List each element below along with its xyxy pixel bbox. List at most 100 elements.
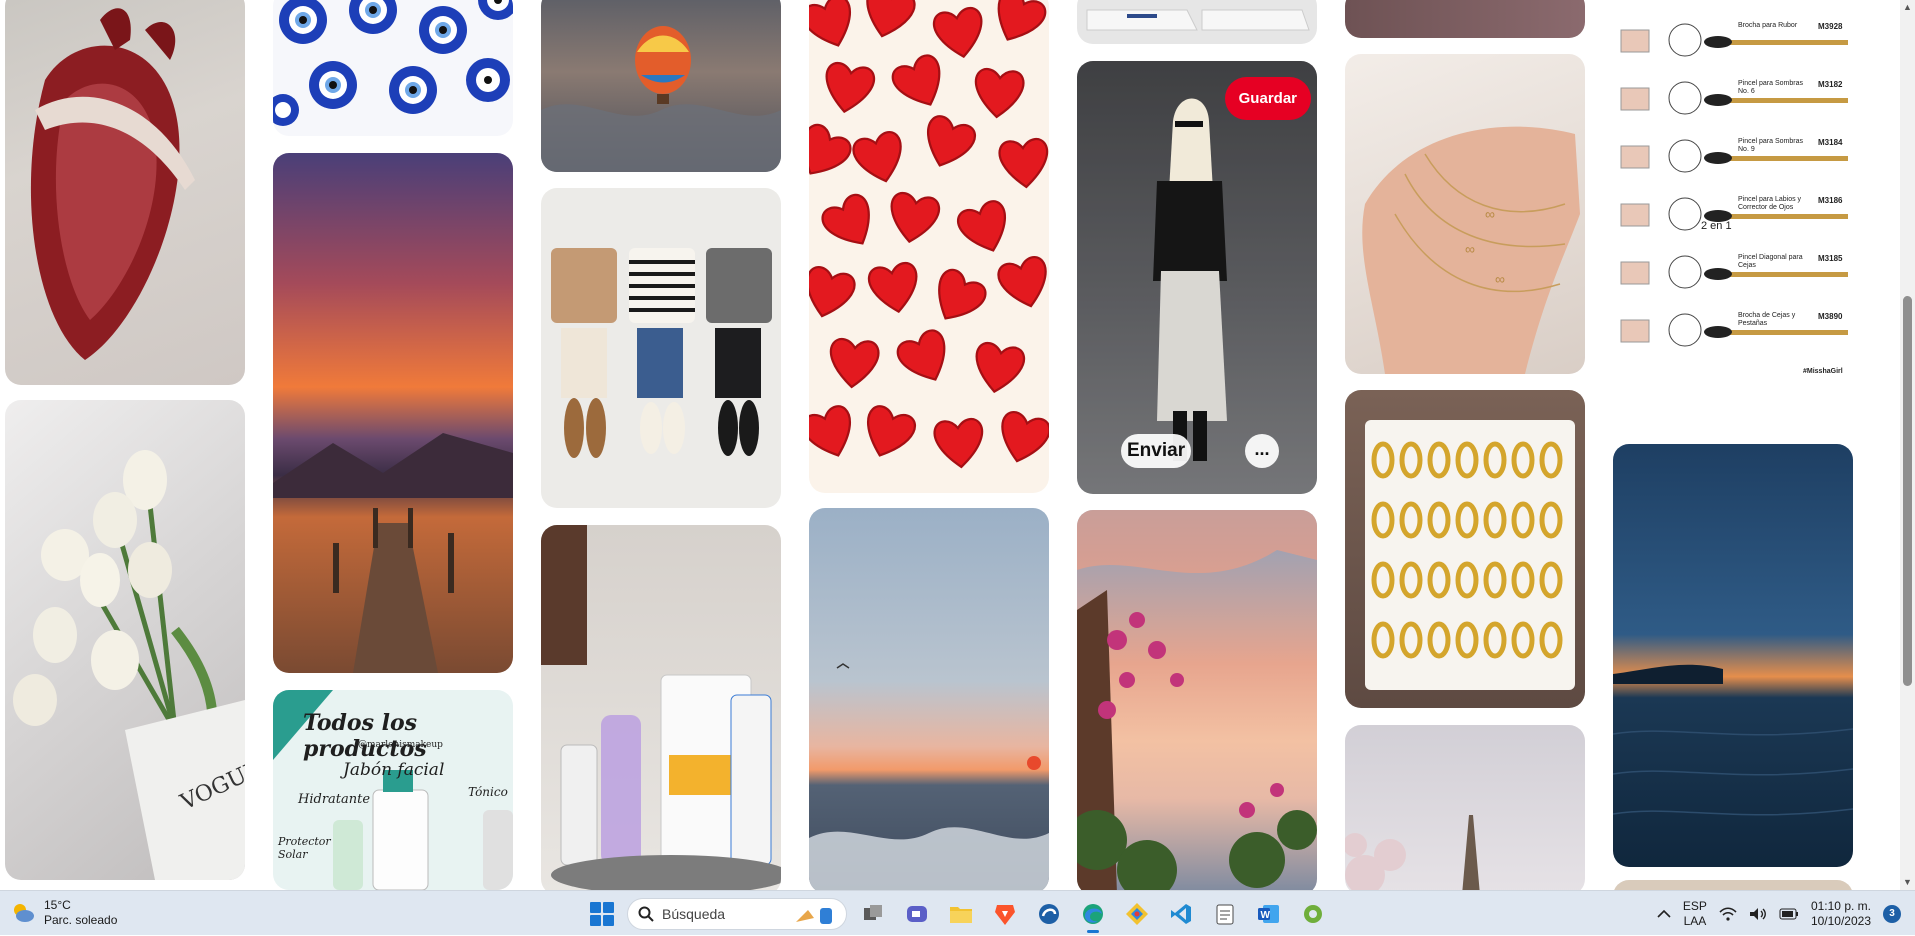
products-handle: @marlenismakeup	[358, 740, 443, 750]
heart-hand-art	[30, 8, 195, 360]
chevron-up-icon[interactable]	[1657, 909, 1671, 919]
balloon-art	[541, 26, 781, 172]
word-icon[interactable]: W	[1251, 896, 1287, 932]
windows-logo-icon	[603, 914, 614, 926]
brush-code: M3928	[1818, 22, 1843, 31]
pin-leather-jacket-outfit[interactable]: Guardar Enviar ...	[1077, 61, 1317, 494]
svg-text:W: W	[1261, 910, 1271, 921]
battery-icon[interactable]	[1779, 908, 1799, 920]
search-placeholder: Búsqueda	[662, 905, 726, 922]
sneakers-art	[1086, 9, 1310, 31]
start-button[interactable]	[585, 897, 619, 931]
wardrobe-art	[551, 248, 772, 458]
weather-description: Parc. soleado	[44, 913, 118, 927]
windows-logo-icon	[590, 901, 601, 913]
wifi-icon[interactable]	[1719, 906, 1737, 921]
taskbar-search[interactable]: Búsqueda	[627, 897, 847, 930]
file-explorer-icon[interactable]	[943, 896, 979, 932]
notepad-icon[interactable]	[1207, 896, 1243, 932]
dock-art	[273, 433, 513, 673]
brush-name: Pincel para Sombras No. 9	[1738, 138, 1803, 153]
scroll-down-arrow-icon[interactable]: ▼	[1900, 875, 1915, 890]
system-tray: ESP LAA 01:10 p. m. 10/10/2023 3	[1657, 891, 1915, 936]
brush-item: Brocha de Cejas y Pestañas M3890	[1613, 310, 1853, 360]
taskbar-apps: Búsqueda W	[585, 896, 1331, 933]
brush-code: M3184	[1818, 138, 1843, 147]
language-indicator[interactable]: ESP LAA	[1683, 899, 1707, 929]
pin-skincare-shelf[interactable]	[541, 525, 781, 890]
vscode-icon[interactable]	[1163, 896, 1199, 932]
pin-ocean-dusk[interactable]	[1613, 444, 1853, 867]
settings-gear-icon[interactable]	[1295, 896, 1331, 932]
pin-ocean-sunset[interactable]	[809, 508, 1049, 890]
products-sunscreen: Protector Solar	[278, 835, 331, 861]
pin-capsule-wardrobe[interactable]	[541, 188, 781, 508]
windows-logo-icon	[590, 914, 601, 926]
brush-item: Brocha para Rubor M3928	[1613, 20, 1853, 70]
teams-chat-icon[interactable]	[899, 896, 935, 932]
pin-gold-earrings[interactable]	[1345, 390, 1585, 708]
products-title: Todos los productos	[303, 710, 427, 762]
ocean-art	[809, 663, 1049, 890]
brush-name: Brocha para Rubor	[1738, 22, 1798, 29]
weather-widget[interactable]: 15°C Parc. soleado	[10, 898, 117, 928]
pin-sunset-dock[interactable]	[273, 153, 513, 673]
page-scrollbar[interactable]: ▲ ▼	[1900, 0, 1915, 890]
edge-browser-icon[interactable]	[1075, 896, 1111, 933]
pin-evil-eye-pattern[interactable]	[273, 0, 513, 136]
shelf-art	[541, 525, 781, 890]
pin-sneakers[interactable]	[1077, 0, 1317, 44]
pin-bottom-partial[interactable]	[1613, 880, 1853, 890]
volume-icon[interactable]	[1749, 907, 1767, 921]
scroll-thumb[interactable]	[1903, 296, 1912, 686]
pin-eiffel-tower[interactable]	[1345, 725, 1585, 890]
pin-anatomical-heart[interactable]	[5, 0, 245, 385]
outfit-art	[1077, 61, 1317, 494]
search-icon	[638, 906, 654, 922]
windows-logo-icon	[603, 901, 614, 913]
bougainvillea-art	[1077, 510, 1317, 890]
brush-code: M3890	[1818, 312, 1843, 321]
browser-blue-icon[interactable]	[1031, 896, 1067, 932]
pin-hot-air-balloon[interactable]	[541, 0, 781, 172]
search-highlight-icon	[796, 907, 832, 924]
brush-name: Pincel para Sombras No. 6	[1738, 80, 1803, 95]
notification-badge[interactable]: 3	[1883, 904, 1901, 923]
app-diamond-icon[interactable]	[1119, 896, 1155, 932]
clock[interactable]: 01:10 p. m. 10/10/2023	[1811, 899, 1871, 929]
pin-infinity-bracelets[interactable]: ∞ ∞ ∞	[1345, 54, 1585, 374]
brush-badge: 2 en 1	[1701, 220, 1732, 232]
brush-name: Brocha de Cejas y Pestañas	[1738, 312, 1796, 327]
clock-time: 01:10 p. m.	[1810, 898, 1871, 913]
pin-red-hearts-pattern[interactable]	[809, 0, 1049, 493]
brush-code: M3186	[1818, 196, 1843, 205]
products-moisturizer: Hidratante	[298, 792, 371, 807]
svg-text:∞: ∞	[1465, 241, 1475, 257]
pin-bougainvillea-sunset[interactable]	[1077, 510, 1317, 890]
eiffel-art	[1345, 815, 1480, 890]
brush-code: M3185	[1818, 254, 1843, 263]
brush-item: Pincel para Sombras No. 9 M3184	[1613, 136, 1853, 186]
tulips-art: VOGUE	[13, 450, 245, 880]
brush-name: Pincel Diagonal para Cejas	[1738, 254, 1803, 269]
pin-top-partial[interactable]	[1345, 0, 1585, 38]
brave-browser-icon[interactable]	[987, 896, 1023, 932]
brush-item: Pincel para Labios y Corrector de Ojos M3…	[1613, 194, 1853, 244]
clock-date: 10/10/2023	[1810, 913, 1871, 928]
partly-sunny-icon	[14, 904, 34, 922]
task-view-icon[interactable]	[855, 896, 891, 932]
pin-makeup-brushes-guide[interactable]: Brocha para Rubor M3928 Pincel para Sombra…	[1613, 0, 1853, 430]
send-button[interactable]: Enviar	[1121, 434, 1192, 468]
more-options-button[interactable]: ...	[1245, 434, 1279, 468]
brush-code: M3182	[1818, 80, 1843, 89]
scroll-up-arrow-icon[interactable]: ▲	[1900, 0, 1915, 15]
save-button[interactable]: Guardar	[1224, 77, 1311, 120]
products-facial-soap: Jabón facial	[343, 760, 445, 780]
pin-feed: VOGUE Todos los productos @marlenismakeu…	[0, 0, 1900, 890]
brush-item: Pincel Diagonal para Cejas M3185	[1613, 252, 1853, 302]
brush-name: Pincel para Labios y Corrector de Ojos	[1738, 196, 1802, 211]
pin-white-tulips[interactable]: VOGUE	[5, 400, 245, 880]
bracelets-art: ∞ ∞ ∞	[1362, 126, 1580, 374]
keyboard-layout: LAA	[1683, 913, 1707, 928]
pin-skincare-products[interactable]: Todos los productos @marlenismakeup Jabó…	[273, 690, 513, 890]
